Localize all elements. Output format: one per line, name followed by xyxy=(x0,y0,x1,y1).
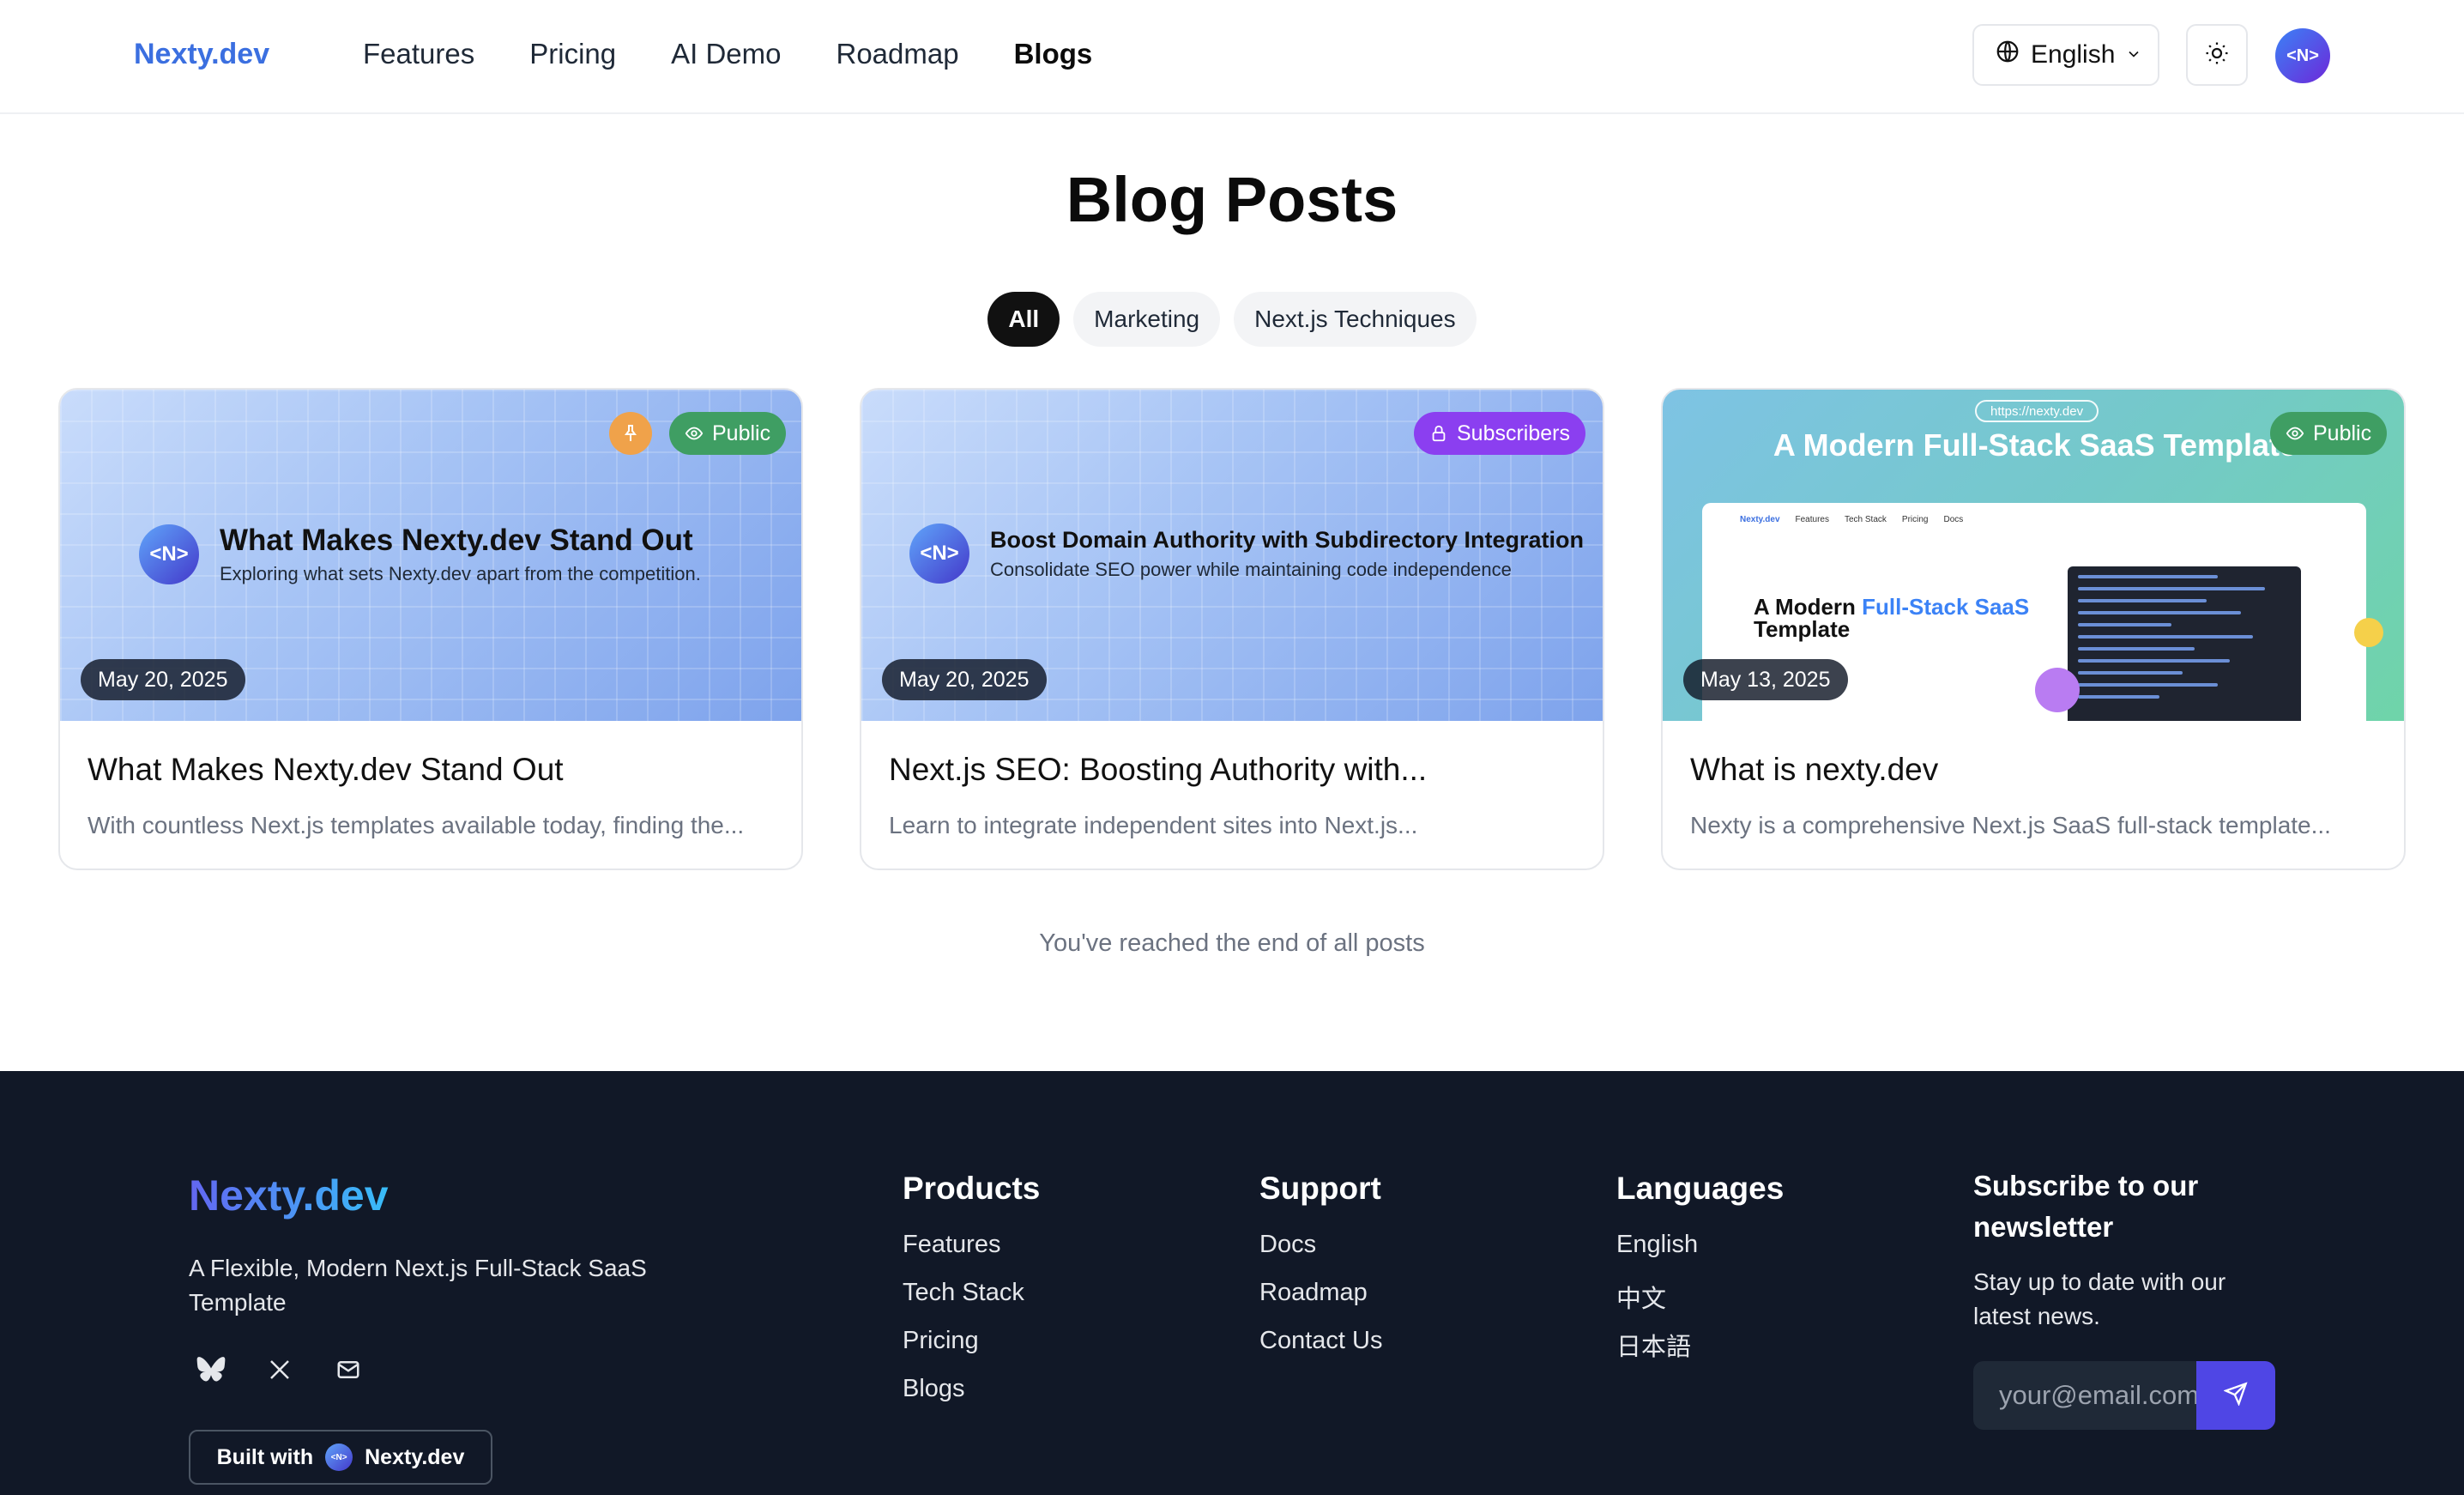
bluesky-icon[interactable] xyxy=(196,1354,226,1385)
footer-link-tech-stack[interactable]: Tech Stack xyxy=(903,1279,1040,1327)
footer-link-chinese[interactable]: 中文 xyxy=(1616,1279,1784,1327)
site-header: Nexty.dev Features Pricing AI Demo Roadm… xyxy=(0,0,2464,114)
visibility-badge: Public xyxy=(669,412,787,455)
footer-column-products: Products Features Tech Stack Pricing Blo… xyxy=(903,1171,1040,1423)
main-nav: Features Pricing AI Demo Roadmap Blogs xyxy=(363,38,1147,70)
footer-link-english[interactable]: English xyxy=(1616,1231,1784,1279)
nav-blogs[interactable]: Blogs xyxy=(1014,38,1093,70)
chevron-down-icon xyxy=(2125,40,2142,70)
footer-link-docs[interactable]: Docs xyxy=(1259,1231,1382,1279)
nav-roadmap[interactable]: Roadmap xyxy=(836,38,958,70)
lock-icon xyxy=(1432,425,1446,442)
post-title[interactable]: What Makes Nexty.dev Stand Out xyxy=(88,752,774,788)
filter-all[interactable]: All xyxy=(987,292,1060,347)
cover-url: https://nexty.dev xyxy=(1975,400,2099,422)
post-description: With countless Next.js templates availab… xyxy=(88,812,745,838)
post-date: May 20, 2025 xyxy=(882,659,1047,700)
eye-icon xyxy=(2286,427,2304,440)
cover-subtitle: Consolidate SEO power while maintaining … xyxy=(990,558,1512,580)
blog-card-cover: Subscribers <N> Boost Domain Authority w… xyxy=(861,390,1603,721)
site-logo[interactable]: Nexty.dev xyxy=(134,38,269,71)
cover-screenshot-hero: A Modern Full-Stack SaaS Template xyxy=(1754,594,2030,642)
mail-icon[interactable] xyxy=(333,1354,364,1385)
sun-icon xyxy=(2204,40,2230,70)
blog-card[interactable]: Public <N> What Makes Nexty.dev Stand Ou… xyxy=(58,388,803,870)
send-icon xyxy=(2223,1381,2248,1410)
post-title[interactable]: Next.js SEO: Boosting Authority with... xyxy=(889,752,1575,788)
footer-link-pricing[interactable]: Pricing xyxy=(903,1327,1040,1375)
nexty-logo-icon: <N> xyxy=(325,1444,353,1471)
cover-screenshot-nav: Nexty.dev Features Tech Stack Pricing Do… xyxy=(1740,515,1964,524)
post-date: May 20, 2025 xyxy=(81,659,245,700)
newsletter-submit-button[interactable] xyxy=(2196,1361,2275,1430)
cover-logo: <N> xyxy=(909,524,969,584)
blog-card-cover: Public <N> What Makes Nexty.dev Stand Ou… xyxy=(60,390,801,721)
footer-column-title: Languages xyxy=(1616,1171,1785,1206)
footer-link-roadmap[interactable]: Roadmap xyxy=(1259,1279,1382,1327)
footer-logo[interactable]: Nexty.dev xyxy=(189,1171,389,1220)
decor-dot xyxy=(2354,618,2383,647)
newsletter: Subscribe to our newsletter Stay up to d… xyxy=(1973,1165,2282,1334)
user-avatar[interactable]: <N> xyxy=(2275,28,2330,83)
cover-hero: <N> What Makes Nexty.dev Stand Out Explo… xyxy=(139,524,701,585)
site-footer: Nexty.dev A Flexible, Modern Next.js Ful… xyxy=(0,1071,2464,1495)
cover-logo: <N> xyxy=(139,524,199,584)
globe-icon xyxy=(1995,39,2020,71)
code-editor-preview xyxy=(2068,566,2301,721)
newsletter-form xyxy=(1973,1361,2275,1430)
post-date: May 13, 2025 xyxy=(1683,659,1848,700)
post-description: Learn to integrate independent sites int… xyxy=(889,812,1418,838)
nav-pricing[interactable]: Pricing xyxy=(529,38,616,70)
post-title[interactable]: What is nexty.dev xyxy=(1690,752,2376,788)
cover-title: Boost Domain Authority with Subdirectory… xyxy=(990,526,1585,553)
footer-column-title: Support xyxy=(1259,1171,1381,1206)
blog-post-grid: Public <N> What Makes Nexty.dev Stand Ou… xyxy=(58,388,2406,870)
social-links xyxy=(196,1354,364,1385)
visibility-badge: Subscribers xyxy=(1414,412,1585,455)
built-with-label: Built with xyxy=(216,1444,314,1469)
footer-column-languages: Languages English 中文 日本語 xyxy=(1616,1171,1784,1375)
x-icon[interactable] xyxy=(264,1354,295,1385)
built-with-badge[interactable]: Built with <N> Nexty.dev xyxy=(189,1430,492,1485)
cover-subtitle: Exploring what sets Nexty.dev apart from… xyxy=(220,563,701,584)
blog-card[interactable]: https://nexty.dev A Modern Full-Stack Sa… xyxy=(1661,388,2406,870)
cover-hero: <N> Boost Domain Authority with Subdirec… xyxy=(909,524,1584,584)
footer-tagline: A Flexible, Modern Next.js Full-Stack Sa… xyxy=(189,1255,647,1316)
theme-toggle-button[interactable] xyxy=(2186,24,2248,86)
newsletter-text: Stay up to date with our latest news. xyxy=(1973,1268,2226,1329)
cover-title: What Makes Nexty.dev Stand Out xyxy=(220,524,693,557)
newsletter-title: Subscribe to our newsletter xyxy=(1973,1170,2199,1243)
end-of-posts-text: You've reached the end of all posts xyxy=(1039,929,1425,957)
eye-icon xyxy=(685,427,704,440)
language-select[interactable]: English xyxy=(1972,24,2159,86)
post-description: Nexty is a comprehensive Next.js SaaS fu… xyxy=(1690,812,2331,838)
category-filters: All Marketing Next.js Techniques xyxy=(0,292,2464,347)
built-with-brand: Nexty.dev xyxy=(365,1444,465,1469)
page-title: Blog Posts xyxy=(1066,164,1398,235)
newsletter-email-input[interactable] xyxy=(1973,1361,2196,1430)
footer-link-blogs[interactable]: Blogs xyxy=(903,1375,1040,1423)
footer-column-support: Support Docs Roadmap Contact Us xyxy=(1259,1171,1382,1375)
blog-card-cover: https://nexty.dev A Modern Full-Stack Sa… xyxy=(1663,390,2404,721)
visibility-badge: Public xyxy=(2270,412,2388,455)
footer-link-contact[interactable]: Contact Us xyxy=(1259,1327,1382,1375)
decor-dot xyxy=(2035,668,2080,712)
nav-features[interactable]: Features xyxy=(363,38,474,70)
blog-card[interactable]: Subscribers <N> Boost Domain Authority w… xyxy=(860,388,1604,870)
filter-marketing[interactable]: Marketing xyxy=(1073,292,1221,347)
footer-link-features[interactable]: Features xyxy=(903,1231,1040,1279)
pin-icon xyxy=(609,412,652,455)
language-label: English xyxy=(2031,40,2116,69)
footer-link-japanese[interactable]: 日本語 xyxy=(1616,1327,1784,1375)
footer-column-title: Products xyxy=(903,1171,1041,1206)
nav-ai-demo[interactable]: AI Demo xyxy=(671,38,781,70)
filter-nextjs-techniques[interactable]: Next.js Techniques xyxy=(1234,292,1477,347)
